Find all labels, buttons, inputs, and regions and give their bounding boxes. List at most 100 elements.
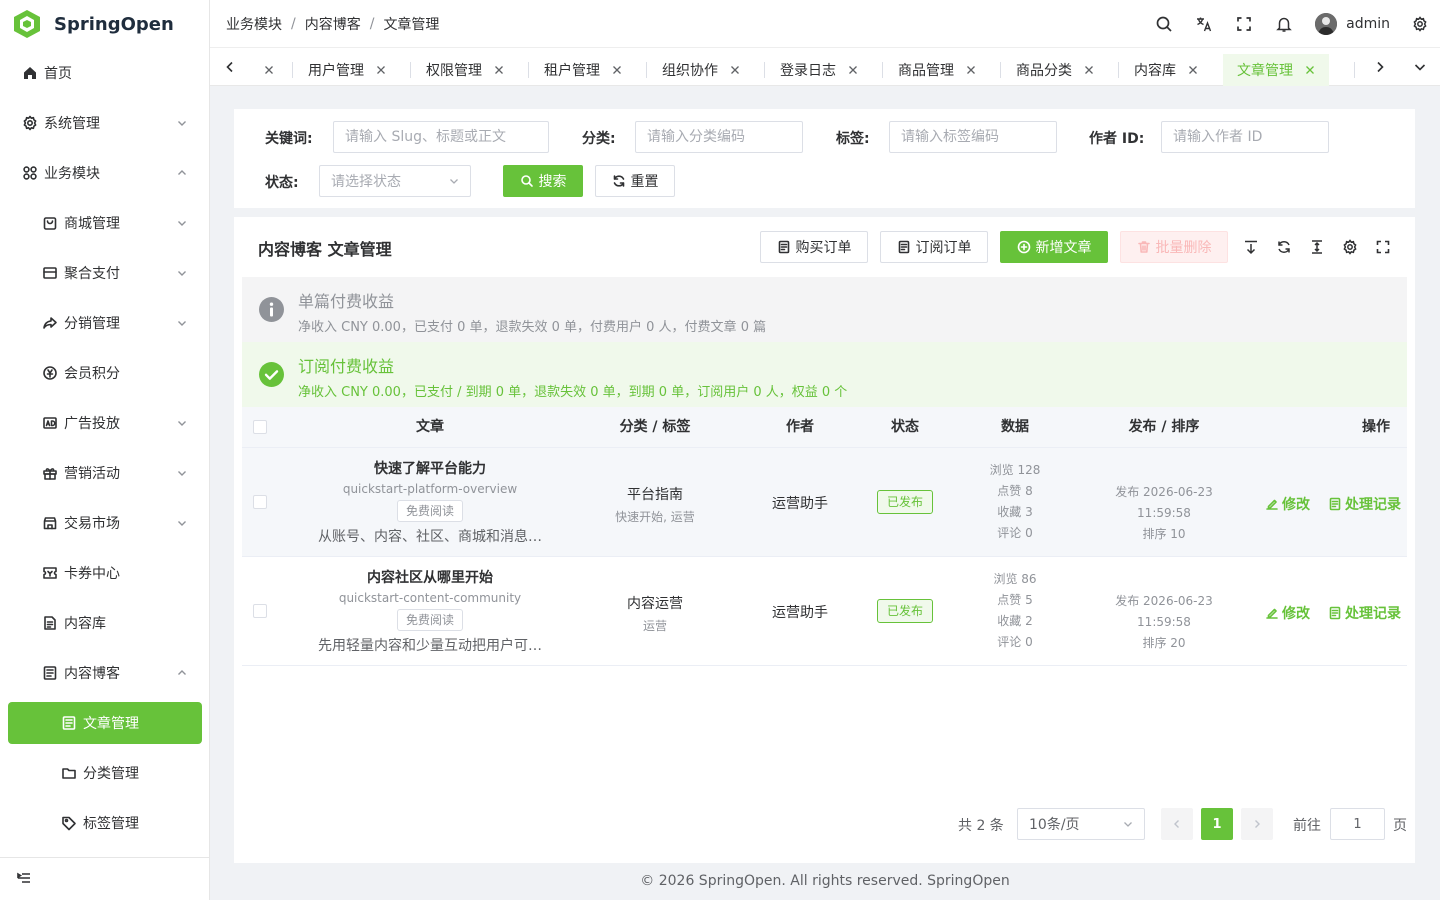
tab-login-log[interactable]: 登录日志 (780, 54, 858, 86)
tab-tenant-management[interactable]: 租户管理 (544, 54, 622, 86)
tab-partial[interactable] (264, 54, 274, 86)
sidebar-item-content-library[interactable]: 内容库 (8, 602, 202, 644)
tab-product-management[interactable]: 商品管理 (898, 54, 976, 86)
close-icon[interactable] (730, 65, 740, 75)
tag-input[interactable] (889, 121, 1057, 153)
purchase-orders-button[interactable]: 购买订单 (760, 231, 868, 263)
sidebar-item-ads[interactable]: 广告投放 (8, 402, 202, 444)
settings-gear-icon[interactable] (1412, 16, 1428, 32)
process-records-link[interactable]: 处理记录 (1328, 494, 1401, 514)
goto-page-input[interactable] (1330, 808, 1385, 840)
breadcrumb-item[interactable]: 内容博客 (305, 14, 361, 34)
document-icon (1329, 606, 1341, 620)
search-icon[interactable] (1155, 15, 1173, 33)
reset-button[interactable]: 重置 (595, 165, 675, 197)
page-size-select[interactable]: 10条/页 (1017, 808, 1145, 840)
collapse-sidebar-icon[interactable] (16, 870, 32, 886)
close-icon[interactable] (1188, 65, 1198, 75)
article-cell: 快速了解平台能力 quickstart-platform-overview 免费… (282, 458, 578, 546)
tab-product-category[interactable]: 商品分类 (1016, 54, 1094, 86)
tab-content-library[interactable]: 内容库 (1134, 54, 1198, 86)
status-select[interactable]: 请选择状态 (319, 165, 471, 197)
breadcrumb-item[interactable]: 业务模块 (226, 14, 282, 34)
close-icon[interactable] (612, 65, 622, 75)
chevron-down-icon (1414, 64, 1426, 71)
process-records-link[interactable]: 处理记录 (1328, 603, 1401, 623)
sidebar-item-content-blog[interactable]: 内容博客 (8, 652, 202, 694)
avatar[interactable] (1315, 13, 1338, 35)
chevron-left-icon (1174, 820, 1179, 828)
row-checkbox[interactable] (253, 604, 267, 618)
add-article-button[interactable]: 新增文章 (1000, 231, 1108, 263)
batch-delete-button[interactable]: 批量删除 (1120, 231, 1228, 263)
table-row[interactable]: 内容社区从哪里开始 quickstart-content-community 免… (242, 557, 1407, 666)
edit-link[interactable]: 修改 (1265, 603, 1310, 623)
fullscreen-icon[interactable] (1235, 15, 1253, 33)
close-icon[interactable] (494, 65, 504, 75)
close-icon[interactable] (1305, 65, 1315, 75)
sidebar-item-category-management[interactable]: 分类管理 (8, 752, 202, 794)
sidebar-item-label: 聚合支付 (64, 266, 120, 282)
category-input[interactable] (635, 121, 803, 153)
fullscreen-icon[interactable] (1375, 239, 1391, 255)
search-button[interactable]: 搜索 (503, 165, 583, 197)
sidebar-item-label: 广告投放 (64, 416, 120, 432)
tab-permission-management[interactable]: 权限管理 (426, 54, 504, 86)
tab-org-collaboration[interactable]: 组织协作 (662, 54, 740, 86)
sidebar-item-marketing[interactable]: 营销活动 (8, 452, 202, 494)
username[interactable]: admin (1346, 16, 1390, 32)
search-icon (520, 175, 533, 187)
sidebar-item-mall[interactable]: 商城管理 (8, 202, 202, 244)
article-title[interactable]: 快速了解平台能力 (282, 458, 578, 478)
chevron-down-icon (178, 421, 186, 426)
close-icon[interactable] (848, 65, 858, 75)
author-id-input[interactable] (1161, 121, 1329, 153)
sidebar-item-coupon[interactable]: 卡券中心 (8, 552, 202, 594)
close-icon[interactable] (966, 65, 976, 75)
tabs-scroll-left[interactable] (210, 48, 250, 86)
tabs-scroll-right[interactable] (1360, 48, 1400, 86)
select-all-checkbox[interactable] (253, 420, 267, 434)
sidebar-item-market[interactable]: 交易市场 (8, 502, 202, 544)
refresh-icon[interactable] (1276, 239, 1292, 255)
bell-icon[interactable] (1275, 15, 1293, 33)
sidebar-item-payment[interactable]: 聚合支付 (8, 252, 202, 294)
table-row[interactable]: 快速了解平台能力 quickstart-platform-overview 免费… (242, 448, 1407, 557)
chevron-down-icon (178, 321, 186, 326)
sidebar-item-business[interactable]: 业务模块 (8, 152, 202, 194)
next-page-button[interactable] (1241, 808, 1273, 840)
edit-link[interactable]: 修改 (1265, 494, 1310, 514)
column-header-publish-sort: 发布 / 排序 (1128, 419, 1200, 435)
article-title[interactable]: 内容社区从哪里开始 (282, 567, 578, 587)
column-header-category-tags: 分类 / 标签 (619, 419, 691, 435)
chevron-up-icon (178, 170, 186, 175)
density-icon[interactable] (1309, 239, 1325, 255)
close-icon[interactable] (1084, 65, 1094, 75)
close-icon[interactable] (264, 65, 274, 75)
keyword-input[interactable] (333, 121, 549, 153)
sidebar-item-article-management[interactable]: 文章管理 (8, 702, 202, 744)
tab-user-management[interactable]: 用户管理 (308, 54, 386, 86)
page-number-button[interactable]: 1 (1201, 808, 1233, 840)
column-settings-icon[interactable] (1342, 239, 1358, 255)
sidebar-item-tag-management[interactable]: 标签管理 (8, 802, 202, 844)
sidebar-item-home[interactable]: 首页 (8, 52, 202, 94)
sidebar-item-system[interactable]: 系统管理 (8, 102, 202, 144)
sidebar-item-label: 首页 (44, 66, 72, 82)
subscription-orders-button[interactable]: 订阅订单 (880, 231, 988, 263)
prev-page-button[interactable] (1161, 808, 1193, 840)
export-icon[interactable] (1243, 239, 1259, 255)
sidebar-item-points[interactable]: 会员积分 (8, 352, 202, 394)
row-checkbox[interactable] (253, 495, 267, 509)
likes-count: 点赞 8 (997, 484, 1033, 498)
tab-article-management[interactable]: 文章管理 (1223, 54, 1329, 86)
translate-icon[interactable] (1195, 15, 1213, 33)
favorites-count: 收藏 2 (997, 614, 1033, 628)
sidebar-item-distribution[interactable]: 分销管理 (8, 302, 202, 344)
views-count: 浏览 86 (993, 572, 1037, 586)
comments-count: 评论 0 (997, 635, 1033, 649)
close-icon[interactable] (376, 65, 386, 75)
tabs-menu-dropdown[interactable] (1400, 48, 1440, 86)
footer-copyright: © 2026 SpringOpen. All rights reserved. … (640, 873, 1010, 889)
app-logo[interactable]: SpringOpen (0, 0, 209, 48)
